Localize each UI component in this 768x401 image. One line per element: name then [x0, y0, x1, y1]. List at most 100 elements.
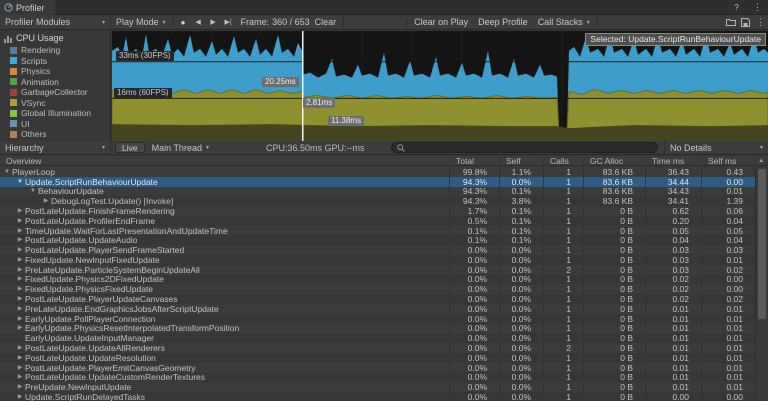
table-row[interactable]: ▼ BehaviourUpdate 94.3% 0.1% 1 83.6 KB 3…: [0, 186, 755, 197]
title-bar: Profiler ? ⋮: [0, 0, 768, 15]
legend-item[interactable]: Global Illumination: [10, 108, 110, 119]
table-row[interactable]: ▶ PostLateUpdate.ProfilerEndFrame 0.5% 0…: [0, 215, 755, 226]
profiler-modules-dropdown[interactable]: Profiler Modules ▾: [0, 14, 111, 30]
expand-arrow[interactable]: ▶: [15, 382, 25, 392]
table-row[interactable]: EarlyUpdate.UpdateInputManager 0.0% 0.0%…: [0, 333, 755, 344]
expand-arrow[interactable]: ▼: [2, 167, 12, 177]
table-row[interactable]: ▶ PostLateUpdate.UpdateAudio 0.1% 0.1% 1…: [0, 235, 755, 246]
table-row[interactable]: ▶ PostLateUpdate.PlayerEmitCanvasGeometr…: [0, 362, 755, 373]
expand-arrow[interactable]: ▶: [15, 255, 25, 265]
live-toggle[interactable]: Live: [115, 142, 145, 153]
table-row[interactable]: ▶ PostLateUpdate.FinishFrameRendering 1.…: [0, 206, 755, 217]
expand-arrow[interactable]: ▶: [15, 274, 25, 284]
expand-arrow[interactable]: ▶: [15, 226, 25, 236]
expand-arrow[interactable]: ▶: [15, 245, 25, 255]
expand-arrow[interactable]: ▶: [15, 284, 25, 294]
expand-arrow[interactable]: ▶: [15, 304, 25, 314]
record-icon[interactable]: ●: [176, 15, 191, 30]
call-stacks-dropdown[interactable]: Call Stacks ▾: [533, 15, 595, 30]
column-header-time-ms[interactable]: Time ms: [645, 155, 701, 166]
clear-button[interactable]: Clear: [310, 15, 342, 30]
expand-arrow[interactable]: ▶: [15, 323, 25, 333]
expand-arrow[interactable]: ▶: [15, 353, 25, 363]
table-row[interactable]: ▼ Update.ScriptRunBehaviourUpdate 94.3% …: [0, 176, 755, 187]
expand-arrow[interactable]: ▶: [15, 265, 25, 275]
table-row[interactable]: ▶ PostLateUpdate.UpdateAllRenderers 0.0%…: [0, 342, 755, 353]
legend-item[interactable]: Others: [10, 129, 110, 140]
table-row[interactable]: ▶ PostLateUpdate.PlayerSendFrameStarted …: [0, 245, 755, 256]
table-row[interactable]: ▶ Update.ScriptRunDelayedTasks 0.0% 0.0%…: [0, 391, 755, 401]
expand-arrow[interactable]: ▶: [15, 314, 25, 324]
table-row[interactable]: ▶ FixedUpdate.PhysicsFixedUpdate 0.0% 0.…: [0, 284, 755, 295]
table-row[interactable]: ▶ PostLateUpdate.UpdateCustomRenderTextu…: [0, 372, 755, 383]
column-header-overview[interactable]: Overview: [0, 156, 449, 166]
legend-item[interactable]: GarbageCollector: [10, 87, 110, 98]
table-row[interactable]: ▶ PostLateUpdate.PlayerUpdateCanvases 0.…: [0, 294, 755, 305]
legend-color-swatch: [10, 57, 17, 65]
expand-arrow[interactable]: ▼: [28, 186, 38, 196]
help-icon[interactable]: ?: [729, 0, 744, 15]
cpu-chart[interactable]: 33ms (30FPS) 16ms (60FPS) 20.25ms 2.81ms…: [112, 31, 768, 141]
table-row[interactable]: ▼ PlayerLoop 99.8% 1.1% 1 83.6 KB 36.43 …: [0, 167, 755, 177]
load-folder-icon[interactable]: [723, 15, 738, 30]
vertical-scrollbar[interactable]: [755, 167, 768, 401]
column-header-self[interactable]: Self: [499, 155, 543, 166]
thread-dropdown[interactable]: Main Thread ▾: [147, 141, 214, 155]
kebab-menu-icon[interactable]: ⋮: [750, 0, 765, 15]
scrollbar-thumb[interactable]: [758, 169, 766, 319]
legend-color-swatch: [10, 109, 17, 117]
tab-profiler[interactable]: Profiler: [0, 0, 55, 15]
expand-arrow[interactable]: ▶: [41, 196, 51, 206]
expand-arrow[interactable]: ▶: [15, 372, 25, 382]
current-frame-button[interactable]: ▶|: [221, 15, 236, 30]
cell-gc-alloc: 83.6 KB: [583, 196, 645, 207]
expand-arrow[interactable]: ▶: [15, 392, 25, 401]
legend-item[interactable]: Scripts: [10, 56, 110, 67]
expand-arrow[interactable]: ▶: [15, 343, 25, 353]
legend-item[interactable]: Animation: [10, 77, 110, 88]
table-row[interactable]: ▶ EarlyUpdate.PollPlayerConnection 0.0% …: [0, 313, 755, 324]
table-row[interactable]: ▶ FixedUpdate.Physics2DFixedUpdate 0.0% …: [0, 274, 755, 285]
expand-arrow[interactable]: ▼: [15, 177, 25, 187]
table-row[interactable]: ▶ TimeUpdate.WaitForLastPresentationAndU…: [0, 225, 755, 236]
search-box[interactable]: [390, 142, 658, 153]
expand-arrow[interactable]: ▶: [15, 235, 25, 245]
expand-arrow[interactable]: ▶: [15, 294, 25, 304]
expand-arrow[interactable]: ▶: [15, 206, 25, 216]
column-header-total[interactable]: Total: [449, 155, 499, 166]
cell-self: 0.0%: [499, 264, 543, 275]
table-row[interactable]: ▶ DebugLogTest.Update() [Invoke] 94.3% 3…: [0, 196, 755, 207]
table-row[interactable]: ▶ FixedUpdate.NewInputFixedUpdate 0.0% 0…: [0, 254, 755, 265]
column-header-self-ms[interactable]: Self ms: [701, 155, 755, 166]
fps-label-30: 33ms (30FPS): [116, 51, 174, 61]
kebab-menu-icon[interactable]: ⋮: [753, 15, 768, 30]
legend-item[interactable]: Rendering: [10, 45, 110, 56]
search-input[interactable]: [407, 143, 652, 152]
titlebar-icons: ? ⋮: [729, 0, 765, 15]
details-pane-dropdown[interactable]: No Details ▾: [664, 140, 768, 155]
sort-ascending-icon[interactable]: ▲: [755, 155, 768, 166]
legend-item[interactable]: Physics: [10, 66, 110, 77]
next-frame-button[interactable]: ▶: [206, 15, 221, 30]
legend-item[interactable]: UI: [10, 119, 110, 130]
cell-calls: 1: [543, 352, 583, 363]
cell-self: 0.1%: [499, 225, 543, 236]
play-mode-dropdown[interactable]: Play Mode ▾: [111, 15, 171, 30]
expand-arrow[interactable]: ▶: [15, 216, 25, 226]
save-icon[interactable]: [738, 15, 753, 30]
table-row[interactable]: ▶ PreLateUpdate.EndGraphicsJobsAfterScri…: [0, 303, 755, 314]
legend-item[interactable]: VSync: [10, 98, 110, 109]
clear-on-play-toggle[interactable]: Clear on Play: [409, 15, 473, 30]
view-mode-dropdown[interactable]: Hierarchy ▾: [0, 140, 111, 155]
previous-frame-button[interactable]: ◀: [191, 15, 206, 30]
expand-arrow[interactable]: ▶: [15, 363, 25, 373]
table-row[interactable]: ▶ PreUpdate.NewInputUpdate 0.0% 0.0% 1 0…: [0, 382, 755, 393]
table-row[interactable]: ▶ PostLateUpdate.UpdateResolution 0.0% 0…: [0, 352, 755, 363]
column-header-calls[interactable]: Calls: [543, 155, 583, 166]
module-cpu-usage[interactable]: CPU Usage: [0, 31, 110, 45]
cell-self: 0.0%: [499, 382, 543, 393]
deep-profile-toggle[interactable]: Deep Profile: [473, 15, 533, 30]
table-row[interactable]: ▶ EarlyUpdate.PhysicsResetInterpolatedTr…: [0, 323, 755, 334]
table-row[interactable]: ▶ PreLateUpdate.ParticleSystemBeginUpdat…: [0, 264, 755, 275]
column-header-gc-alloc[interactable]: GC Alloc: [583, 155, 645, 166]
